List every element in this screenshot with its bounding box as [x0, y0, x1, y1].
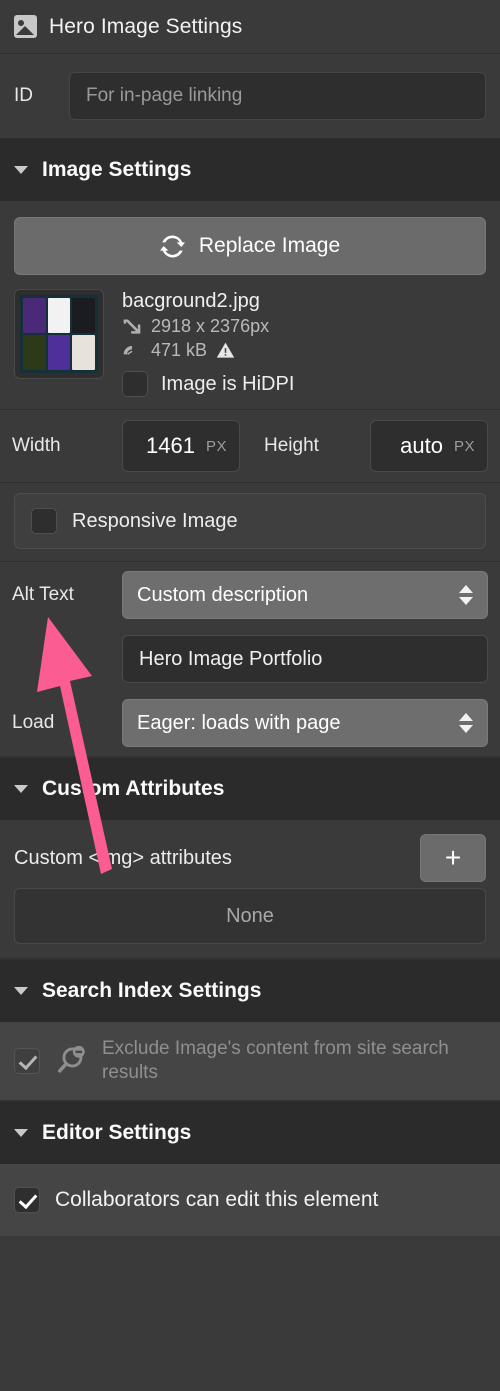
- section-title: Search Index Settings: [42, 979, 261, 1003]
- alt-text-value-row: . Hero Image Portfolio: [0, 628, 500, 690]
- file-size-row: 471 kB: [122, 340, 294, 361]
- responsive-image-wrap: Responsive Image: [0, 483, 500, 561]
- gauge-icon: [122, 341, 142, 361]
- chevron-up-icon: [459, 713, 473, 721]
- section-header-search-index[interactable]: Search Index Settings: [0, 960, 500, 1022]
- height-input[interactable]: auto PX: [370, 420, 488, 472]
- file-info: bacground2.jpg 2918 x 2376px 471 kB: [0, 275, 500, 409]
- height-unit: PX: [454, 438, 475, 455]
- resize-arrow-icon: [122, 317, 142, 337]
- thumbnail-card: [23, 335, 46, 370]
- file-name: bacground2.jpg: [122, 290, 294, 313]
- thumbnail-card: [48, 298, 71, 333]
- width-value: 1461: [146, 433, 195, 459]
- section-title: Editor Settings: [42, 1121, 191, 1145]
- chevron-down-icon: [14, 987, 28, 995]
- id-input[interactable]: For in-page linking: [69, 72, 486, 120]
- file-size: 471 kB: [151, 340, 207, 361]
- hero-image-settings-panel: Hero Image Settings ID For in-page linki…: [0, 0, 500, 1391]
- responsive-image-row[interactable]: Responsive Image: [14, 493, 486, 549]
- image-icon: [14, 15, 37, 38]
- alt-text-mode-value: Custom description: [137, 584, 308, 607]
- load-select[interactable]: Eager: loads with page: [122, 699, 488, 747]
- custom-attributes-label: Custom <img> attributes: [14, 847, 420, 870]
- alt-text-input[interactable]: Hero Image Portfolio: [122, 635, 488, 683]
- hidpi-label: Image is HiDPI: [161, 373, 294, 396]
- height-value: auto: [400, 433, 443, 459]
- chevron-down-icon: [14, 1129, 28, 1137]
- file-meta: bacground2.jpg 2918 x 2376px 471 kB: [122, 289, 294, 397]
- search-index-exclude-row[interactable]: Exclude Image's content from site search…: [0, 1022, 500, 1100]
- section-title: Image Settings: [42, 158, 191, 182]
- image-thumbnail[interactable]: [14, 289, 104, 379]
- custom-attributes-row: Custom <img> attributes +: [0, 820, 500, 882]
- warning-triangle-icon[interactable]: [216, 341, 235, 360]
- height-label: Height: [264, 435, 319, 457]
- thumbnail-card: [48, 335, 71, 370]
- replace-image-wrap: Replace Image: [0, 201, 500, 275]
- exclude-from-search-checkbox[interactable]: [14, 1048, 40, 1074]
- stepper-icon: [459, 585, 473, 605]
- exclude-from-search-label: Exclude Image's content from site search…: [102, 1037, 486, 1086]
- page-title: Hero Image Settings: [49, 15, 242, 39]
- section-header-image-settings[interactable]: Image Settings: [0, 139, 500, 201]
- width-unit: PX: [206, 438, 227, 455]
- chevron-down-icon: [14, 785, 28, 793]
- search-exclude-icon: [54, 1044, 88, 1078]
- alt-text-mode-select[interactable]: Custom description: [122, 571, 488, 619]
- id-label: ID: [14, 85, 33, 107]
- load-value: Eager: loads with page: [137, 712, 340, 735]
- load-row: Load Eager: loads with page: [0, 690, 500, 756]
- alt-text-label: Alt Text: [12, 584, 122, 606]
- file-dimensions: 2918 x 2376px: [151, 316, 269, 337]
- file-dimensions-row: 2918 x 2376px: [122, 316, 294, 337]
- stepper-icon: [459, 713, 473, 733]
- add-attribute-button[interactable]: +: [420, 834, 486, 882]
- chevron-down-icon: [14, 166, 28, 174]
- panel-titlebar: Hero Image Settings: [0, 0, 500, 53]
- sync-icon: [160, 234, 185, 259]
- width-label: Width: [12, 435, 122, 457]
- section-header-editor-settings[interactable]: Editor Settings: [0, 1102, 500, 1164]
- thumbnail-card: [23, 298, 46, 333]
- width-input[interactable]: 1461 PX: [122, 420, 240, 472]
- collaborators-label: Collaborators can edit this element: [55, 1188, 378, 1212]
- section-title: Custom Attributes: [42, 777, 224, 801]
- thumbnail-grid: [20, 295, 98, 373]
- alt-text-mode-row: Alt Text Custom description: [0, 562, 500, 628]
- thumbnail-card: [72, 298, 95, 333]
- hidpi-checkbox[interactable]: [122, 371, 148, 397]
- replace-image-label: Replace Image: [199, 234, 340, 258]
- responsive-image-checkbox[interactable]: [31, 508, 57, 534]
- load-label: Load: [12, 712, 122, 734]
- section-header-custom-attributes[interactable]: Custom Attributes: [0, 758, 500, 820]
- collaborators-checkbox[interactable]: [14, 1187, 40, 1213]
- dimensions-row: Width 1461 PX Height auto PX: [0, 410, 500, 482]
- id-row: ID For in-page linking: [0, 54, 500, 138]
- replace-image-button[interactable]: Replace Image: [14, 217, 486, 275]
- collaborators-row[interactable]: Collaborators can edit this element: [0, 1164, 500, 1236]
- thumbnail-card: [72, 335, 95, 370]
- chevron-down-icon: [459, 597, 473, 605]
- hidpi-row[interactable]: Image is HiDPI: [122, 371, 294, 397]
- chevron-up-icon: [459, 585, 473, 593]
- responsive-image-label: Responsive Image: [72, 510, 238, 533]
- chevron-down-icon: [459, 725, 473, 733]
- custom-attributes-empty: None: [14, 888, 486, 944]
